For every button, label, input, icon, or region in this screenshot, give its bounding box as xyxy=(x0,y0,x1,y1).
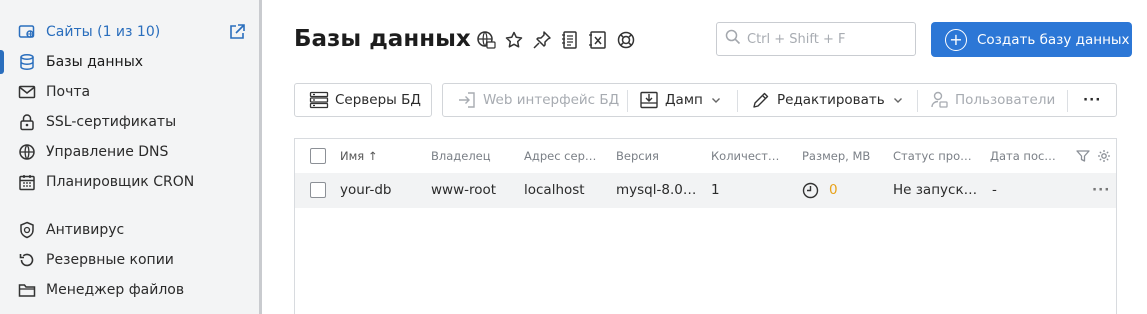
sidebar-item-label: Менеджер файлов xyxy=(46,282,185,298)
dump-label: Дамп xyxy=(665,92,703,108)
sidebar-item-label: Базы данных xyxy=(46,54,144,70)
app-root: Сайты (1 из 10) Базы данных Почта SSL-се… xyxy=(0,0,1147,314)
table-header: Имя ↑ Владелец Адрес сер… Версия Количес… xyxy=(295,139,1116,173)
row-more-button[interactable]: ··· xyxy=(1092,182,1110,198)
cell-size: 0 xyxy=(829,182,838,198)
column-header-count[interactable]: Количест… xyxy=(711,149,791,163)
log-icon[interactable] xyxy=(560,30,580,50)
web-interface-button[interactable]: Web интерфейс БД xyxy=(457,84,619,116)
calendar-icon xyxy=(18,173,36,191)
pin-icon[interactable] xyxy=(532,30,552,50)
backup-icon xyxy=(18,251,36,269)
clock-icon xyxy=(802,182,819,203)
select-all-checkbox[interactable] xyxy=(310,148,326,164)
edit-button[interactable]: Редактировать xyxy=(751,84,903,116)
create-database-button[interactable]: + Создать базу данных xyxy=(931,22,1132,57)
users-label: Пользователи xyxy=(955,92,1056,108)
database-icon xyxy=(18,53,36,71)
sidebar-item-label: Резервные копии xyxy=(46,252,174,268)
toolbar-divider xyxy=(737,90,738,112)
cell-version: mysql-8.0… xyxy=(616,182,696,198)
sign-in-icon xyxy=(457,90,477,110)
create-database-label: Создать базу данных xyxy=(977,31,1130,48)
sidebar-item-label: Планировщик CRON xyxy=(46,174,195,190)
column-header-date[interactable]: Дата пос… xyxy=(990,149,1064,163)
more-actions-button[interactable]: ··· xyxy=(1083,84,1101,116)
sidebar-item-ssl[interactable]: SSL-сертификаты xyxy=(0,107,259,137)
search-box[interactable] xyxy=(716,22,916,56)
dump-button[interactable]: Дамп xyxy=(639,84,721,116)
shield-icon xyxy=(18,221,36,239)
toolbar-divider xyxy=(917,90,918,112)
globe-icon xyxy=(18,143,36,161)
edit-label: Редактировать xyxy=(777,92,885,108)
sidebar: Сайты (1 из 10) Базы данных Почта SSL-се… xyxy=(0,0,262,314)
star-icon[interactable] xyxy=(504,30,524,50)
chevron-down-icon xyxy=(893,95,903,105)
sidebar-item-sites[interactable]: Сайты (1 из 10) xyxy=(0,17,259,47)
cell-owner: www-root xyxy=(431,182,497,198)
column-header-status[interactable]: Статус про… xyxy=(893,149,979,163)
lock-icon xyxy=(18,113,36,131)
sidebar-item-antivirus[interactable]: Антивирус xyxy=(0,215,259,245)
cell-address: localhost xyxy=(524,182,585,198)
cell-name: your-db xyxy=(340,182,392,198)
db-servers-label: Серверы БД xyxy=(335,92,421,108)
toolbar-divider xyxy=(627,90,628,112)
server-icon xyxy=(309,90,329,110)
sidebar-item-label: Антивирус xyxy=(46,222,125,238)
external-link-icon[interactable] xyxy=(228,23,246,41)
sidebar-item-file-manager[interactable]: Менеджер файлов xyxy=(0,275,259,305)
settings-gear-icon[interactable] xyxy=(1097,149,1111,166)
cell-status: Не запуск… xyxy=(893,182,978,198)
chevron-down-icon xyxy=(711,95,721,105)
toolbar-group-actions: Web интерфейс БД Дамп Редактировать Поль… xyxy=(442,83,1117,117)
db-servers-button[interactable]: Серверы БД xyxy=(309,84,421,116)
column-header-size[interactable]: Размер, MB xyxy=(802,149,870,163)
sites-icon xyxy=(18,23,36,41)
sidebar-item-label: SSL-сертификаты xyxy=(46,114,177,130)
web-interface-label: Web интерфейс БД xyxy=(483,92,620,108)
globe-link-icon[interactable] xyxy=(476,30,496,50)
column-header-owner[interactable]: Владелец xyxy=(431,149,491,163)
user-lock-icon xyxy=(929,90,949,110)
mail-icon xyxy=(18,83,36,101)
excel-export-icon[interactable] xyxy=(588,30,608,50)
sidebar-item-cron[interactable]: Планировщик CRON xyxy=(0,167,259,197)
row-checkbox[interactable] xyxy=(310,182,326,198)
main-content: Базы данных Ctrl + Shift + F + Создать б… xyxy=(262,0,1147,314)
search-input[interactable] xyxy=(747,31,907,47)
title-actions xyxy=(476,30,636,50)
cell-count: 1 xyxy=(711,182,720,198)
users-button[interactable]: Пользователи xyxy=(929,84,1055,116)
filter-icon[interactable] xyxy=(1076,149,1090,166)
databases-table: Имя ↑ Владелец Адрес сер… Версия Количес… xyxy=(294,138,1117,314)
sidebar-item-mail[interactable]: Почта xyxy=(0,77,259,107)
cell-date: - xyxy=(992,182,997,198)
column-header-address[interactable]: Адрес сер… xyxy=(524,149,604,163)
sidebar-item-databases[interactable]: Базы данных xyxy=(0,47,259,77)
pencil-icon xyxy=(751,90,771,110)
page-title: Базы данных xyxy=(294,26,471,52)
dump-download-icon xyxy=(639,90,659,110)
plus-icon: + xyxy=(945,28,967,51)
sidebar-item-label: Сайты (1 из 10) xyxy=(46,24,161,40)
table-row[interactable]: your-db www-root localhost mysql-8.0… 1 … xyxy=(295,173,1116,208)
sidebar-item-label: Почта xyxy=(46,84,91,100)
search-icon xyxy=(725,29,741,49)
sidebar-item-backups[interactable]: Резервные копии xyxy=(0,245,259,275)
help-icon[interactable] xyxy=(616,30,636,50)
sidebar-item-dns[interactable]: Управление DNS xyxy=(0,137,259,167)
toolbar-group-servers: Серверы БД xyxy=(294,83,432,117)
folder-icon xyxy=(18,281,36,299)
sidebar-item-label: Управление DNS xyxy=(46,144,169,160)
toolbar-divider xyxy=(1067,90,1068,112)
column-header-name[interactable]: Имя ↑ xyxy=(340,149,378,163)
column-header-version[interactable]: Версия xyxy=(616,149,659,163)
